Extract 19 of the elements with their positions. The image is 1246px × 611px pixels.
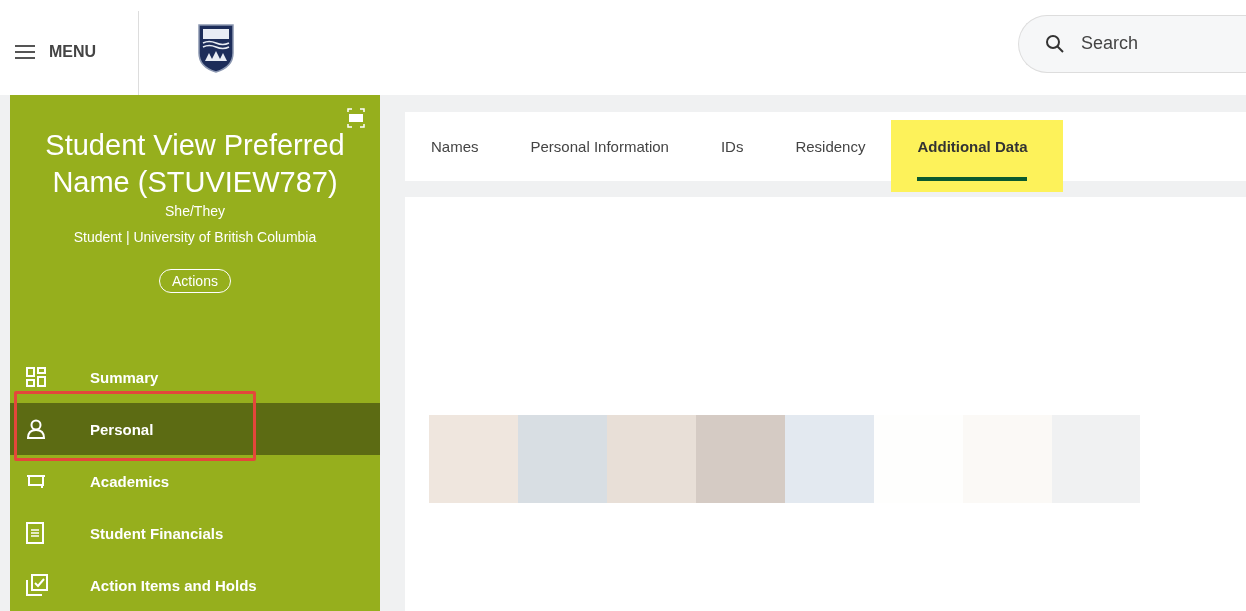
document-icon: [26, 522, 44, 544]
pronouns-text: She/They: [164, 203, 226, 219]
tab[interactable]: IDs: [694, 112, 770, 181]
profile-subtitle: Student | University of British Columbia: [72, 229, 318, 245]
grid-icon: [26, 367, 46, 387]
search-bar[interactable]: Search: [1018, 14, 1246, 73]
crest-logo-icon[interactable]: [197, 22, 235, 73]
profile-name: Student View Preferred Name (STUVIEW787): [44, 128, 346, 200]
search-field[interactable]: Search: [1079, 32, 1203, 55]
menu-button[interactable]: MENU: [0, 29, 138, 74]
person-icon: [26, 419, 46, 439]
tab[interactable]: Names: [405, 112, 505, 181]
tab[interactable]: Additional Data: [917, 112, 1028, 181]
search-icon: [1045, 33, 1065, 54]
tab[interactable]: Residency: [769, 112, 892, 181]
nav-item[interactable]: Personal: [10, 403, 380, 455]
checklist-icon: [26, 574, 48, 596]
menu-icon: [15, 44, 35, 59]
tab[interactable]: Personal Information: [504, 112, 695, 181]
